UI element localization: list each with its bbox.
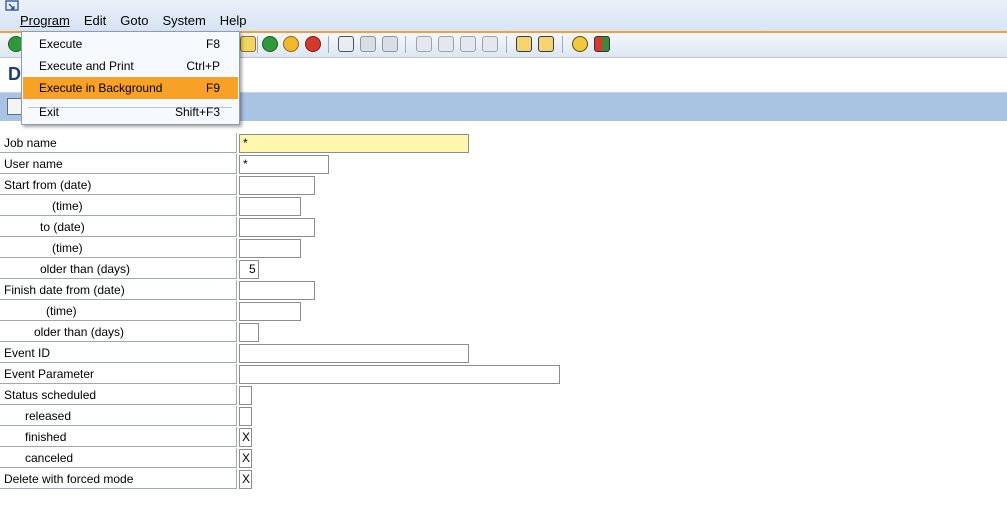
find-icon[interactable]	[360, 36, 376, 52]
menu-item-execute-and-print[interactable]: Execute and Print Ctrl+P	[23, 55, 238, 77]
label-status-scheduled: Status scheduled	[0, 385, 237, 405]
menu-item-label: Execute and Print	[39, 59, 134, 73]
row-start-time: (time)	[0, 196, 1007, 217]
menu-item-exit[interactable]: Exit Shift+F3	[23, 101, 238, 123]
menu-program[interactable]: Program	[20, 13, 70, 28]
label-start-date: Start from (date)	[0, 175, 237, 195]
row-event-id: Event ID	[0, 343, 1007, 364]
help-icon[interactable]	[572, 36, 588, 52]
menu-item-shortcut: Shift+F3	[174, 105, 220, 119]
row-canceled: canceled X	[0, 448, 1007, 469]
find-next-icon[interactable]	[382, 36, 398, 52]
released-checkbox[interactable]	[239, 407, 252, 426]
toolbar-separator	[257, 36, 258, 53]
menu-item-shortcut: F8	[205, 37, 220, 51]
label-to-date: to (date)	[0, 217, 237, 237]
toolbar-separator	[562, 36, 563, 53]
finish-time-input[interactable]	[239, 302, 301, 321]
row-older-than-start: older than (days) 5	[0, 259, 1007, 280]
row-status-scheduled: Status scheduled	[0, 385, 1007, 406]
older-than-days-input[interactable]: 5	[239, 260, 259, 279]
toolbar-separator	[506, 36, 507, 53]
create-session-icon[interactable]	[516, 36, 532, 52]
row-finish-time: (time)	[0, 301, 1007, 322]
menu-item-execute[interactable]: Execute F8	[23, 33, 238, 55]
event-parameter-input[interactable]	[239, 365, 560, 384]
toolbar-separator	[328, 36, 329, 53]
last-page-icon[interactable]	[482, 36, 498, 52]
to-time-input[interactable]	[239, 239, 301, 258]
start-date-input[interactable]	[239, 176, 315, 195]
menu-item-shortcut: Ctrl+P	[186, 59, 220, 73]
toolbar-separator	[405, 36, 406, 53]
label-start-time: (time)	[0, 196, 237, 216]
menu-goto[interactable]: Goto	[120, 13, 148, 28]
label-finish-time: (time)	[0, 301, 237, 321]
label-finish-date: Finish date from (date)	[0, 280, 237, 300]
shortcut-icon[interactable]	[538, 36, 554, 52]
menu-item-execute-in-background[interactable]: Execute in Background F9	[23, 77, 238, 99]
row-released: released	[0, 406, 1007, 427]
page-title: D	[8, 64, 21, 84]
label-released: released	[0, 406, 237, 426]
row-to-date: to (date)	[0, 217, 1007, 238]
label-older-than-start: older than (days)	[0, 259, 237, 279]
save-icon[interactable]	[240, 36, 256, 52]
first-page-icon[interactable]	[416, 36, 432, 52]
exit-icon[interactable]	[283, 36, 299, 52]
label-event-id: Event ID	[0, 343, 237, 363]
print-icon[interactable]	[338, 36, 354, 52]
program-dropdown-menu: Execute F8 Execute and Print Ctrl+P Exec…	[21, 31, 240, 125]
back-icon[interactable]	[262, 36, 278, 52]
next-page-icon[interactable]	[460, 36, 476, 52]
scheduled-checkbox[interactable]	[239, 386, 252, 405]
finish-older-than-days-input[interactable]	[239, 323, 259, 342]
menu-item-label: Execute	[39, 37, 83, 51]
finished-checkbox[interactable]: X	[239, 428, 252, 447]
label-older-than-finish: older than (days)	[0, 322, 237, 342]
previous-page-icon[interactable]	[438, 36, 454, 52]
to-date-input[interactable]	[239, 218, 315, 237]
row-finish-date: Finish date from (date)	[0, 280, 1007, 301]
menu-system[interactable]: System	[162, 13, 205, 28]
canceled-checkbox[interactable]: X	[239, 449, 252, 468]
label-delete-forced: Delete with forced mode	[0, 469, 237, 489]
cancel-icon[interactable]	[305, 36, 321, 52]
label-to-time: (time)	[0, 238, 237, 258]
menu-item-label: Execute in Background	[39, 81, 163, 95]
label-job-name: Job name	[0, 133, 237, 153]
label-finished: finished	[0, 427, 237, 447]
job-name-input[interactable]: *	[239, 134, 469, 153]
row-finished: finished X	[0, 427, 1007, 448]
system-menu-icon[interactable]	[3, 0, 21, 14]
row-older-than-finish: older than (days)	[0, 322, 1007, 343]
menu-edit[interactable]: Edit	[84, 13, 106, 28]
layout-menu-icon[interactable]	[594, 36, 610, 52]
event-id-input[interactable]	[239, 344, 469, 363]
row-job-name: Job name *	[0, 133, 1007, 154]
row-delete-forced: Delete with forced mode X	[0, 469, 1007, 490]
label-user-name: User name	[0, 154, 237, 174]
delete-forced-checkbox[interactable]: X	[239, 470, 252, 489]
menu-item-label: Exit	[39, 105, 60, 119]
row-start-date: Start from (date)	[0, 175, 1007, 196]
menu-help[interactable]: Help	[220, 13, 247, 28]
row-event-parameter: Event Parameter	[0, 364, 1007, 385]
label-event-parameter: Event Parameter	[0, 364, 237, 384]
menu-item-shortcut: F9	[205, 81, 220, 95]
label-canceled: canceled	[0, 448, 237, 468]
start-time-input[interactable]	[239, 197, 301, 216]
user-name-input[interactable]: *	[239, 155, 329, 174]
menu-bar: Program Edit Goto System Help	[0, 0, 1007, 33]
row-to-time: (time)	[0, 238, 1007, 259]
finish-date-input[interactable]	[239, 281, 315, 300]
row-user-name: User name *	[0, 154, 1007, 175]
